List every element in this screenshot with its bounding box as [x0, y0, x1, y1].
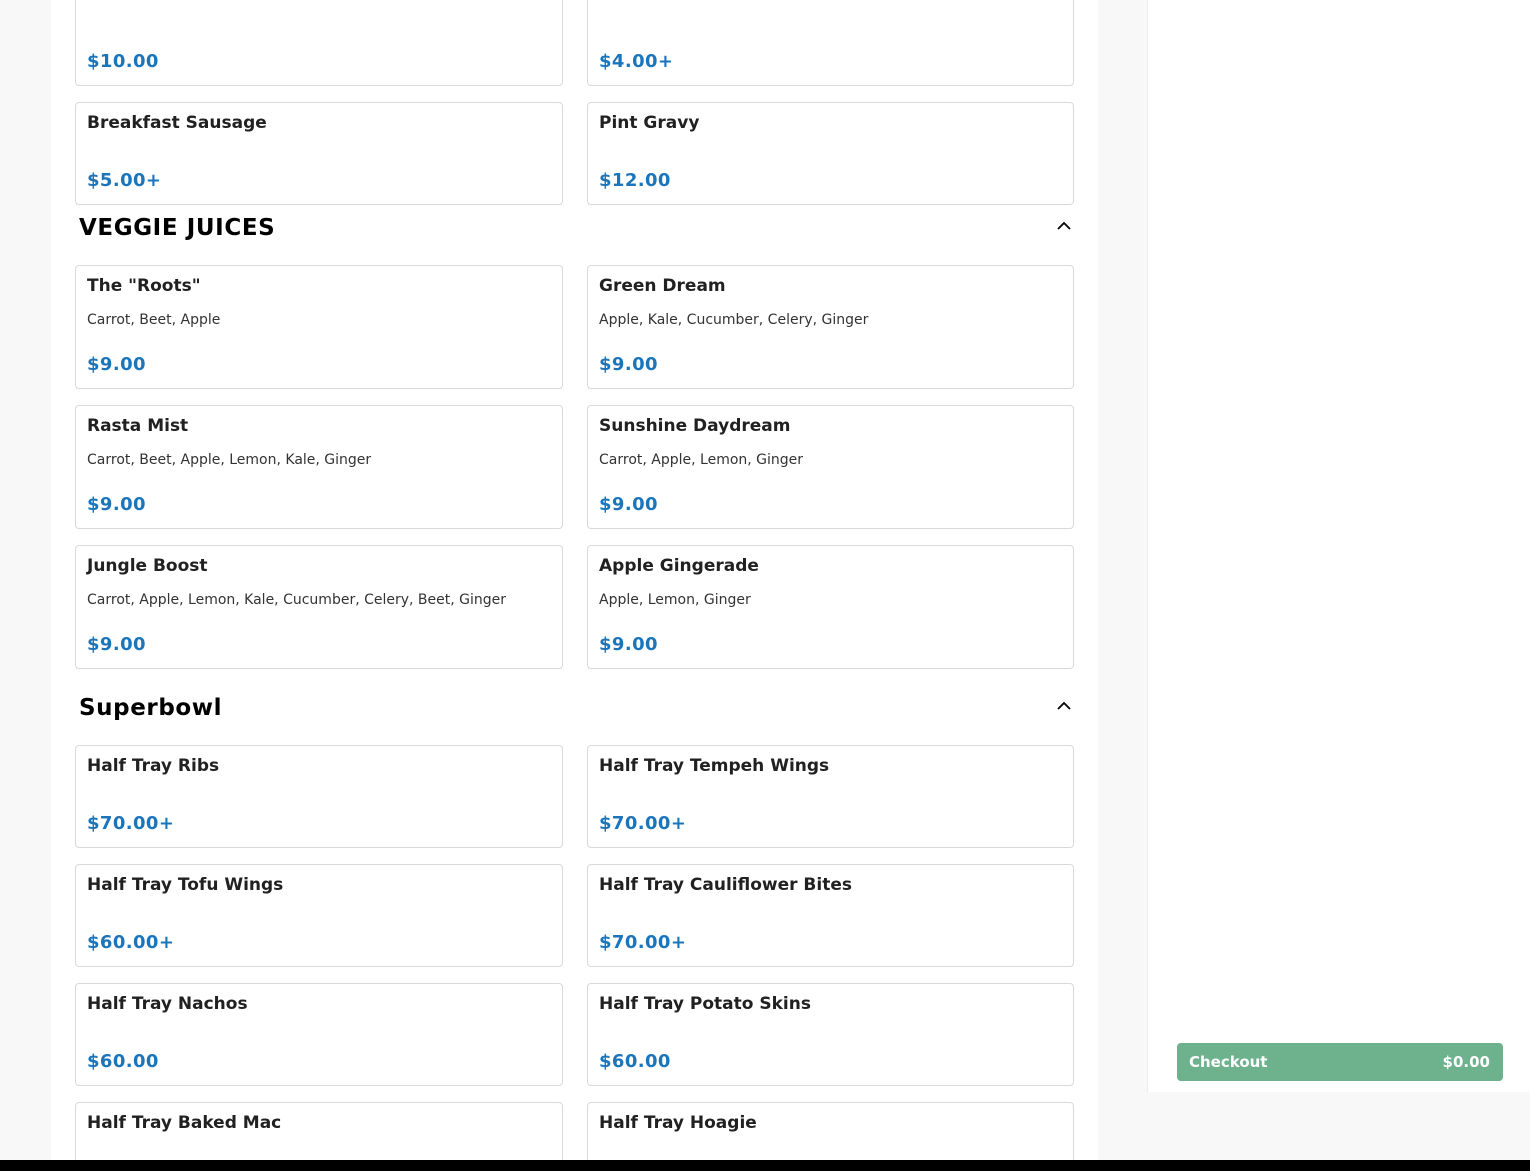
item-description: Apple, Lemon, Ginger [599, 592, 751, 608]
chevron-up-icon[interactable] [1054, 696, 1074, 716]
menu-item-card[interactable]: Half Tray Tempeh Wings $70.00+ [587, 745, 1074, 848]
item-name: Half Tray Cauliflower Bites [599, 875, 852, 895]
cart-sidebar: Checkout $0.00 [1147, 0, 1530, 1092]
menu-item-card[interactable]: Half Tray Tofu Wings $60.00+ [75, 864, 563, 967]
item-price: $70.00+ [599, 813, 687, 834]
menu-item-card[interactable]: Breakfast Sausage $5.00+ [75, 102, 563, 205]
item-name: Breakfast Sausage [87, 113, 267, 133]
item-name: Half Tray Baked Mac [87, 1113, 282, 1133]
item-name: Half Tray Ribs [87, 756, 220, 776]
section-header-superbowl: Superbowl [79, 695, 1074, 735]
item-price: $70.00+ [599, 932, 687, 953]
menu-item-card[interactable]: Half Tray Potato Skins $60.00 [587, 983, 1074, 1086]
item-price: $60.00+ [87, 932, 175, 953]
checkout-button[interactable]: Checkout $0.00 [1177, 1043, 1503, 1081]
menu-item-card[interactable]: Half Tray Cauliflower Bites $70.00+ [587, 864, 1074, 967]
item-price: $9.00 [87, 494, 146, 515]
item-price: $10.00 [87, 51, 159, 72]
section-header-veggie-juices: VEGGIE JUICES [79, 215, 1074, 255]
checkout-total: $0.00 [1442, 1053, 1490, 1071]
chevron-up-icon[interactable] [1054, 216, 1074, 236]
item-description: Carrot, Apple, Lemon, Ginger [599, 452, 804, 468]
bottom-bar [0, 1160, 1530, 1171]
item-name: Half Tray Tofu Wings [87, 875, 284, 895]
item-price: $5.00+ [87, 170, 162, 191]
item-description: Apple, Kale, Cucumber, Celery, Ginger [599, 312, 869, 328]
item-name: The "Roots" [87, 276, 201, 296]
menu-item-card[interactable]: Sunshine Daydream Carrot, Apple, Lemon, … [587, 405, 1074, 529]
menu-item-card[interactable]: $4.00+ [587, 0, 1074, 86]
menu-grid-previous: $10.00 $4.00+ Breakfast Sausage $5.00+ P… [75, 0, 1074, 221]
menu-grid-veggie-juices: The "Roots" Carrot, Beet, Apple $9.00 Gr… [75, 265, 1074, 685]
item-name: Pint Gravy [599, 113, 700, 133]
item-price: $12.00 [599, 170, 671, 191]
menu-item-card[interactable]: Half Tray Baked Mac [75, 1102, 563, 1160]
checkout-label: Checkout [1189, 1053, 1268, 1071]
menu-item-card[interactable]: $10.00 [75, 0, 563, 86]
item-price: $9.00 [599, 494, 658, 515]
item-description: Carrot, Beet, Apple, Lemon, Kale, Ginger [87, 452, 372, 468]
item-description: Carrot, Apple, Lemon, Kale, Cucumber, Ce… [87, 592, 507, 608]
menu-item-card[interactable]: Half Tray Hoagie [587, 1102, 1074, 1160]
item-name: Half Tray Tempeh Wings [599, 756, 830, 776]
menu-item-card[interactable]: Rasta Mist Carrot, Beet, Apple, Lemon, K… [75, 405, 563, 529]
item-price: $60.00 [599, 1051, 671, 1072]
menu-item-card[interactable]: Half Tray Ribs $70.00+ [75, 745, 563, 848]
item-description: Carrot, Beet, Apple [87, 312, 221, 328]
menu-panel: $10.00 $4.00+ Breakfast Sausage $5.00+ P… [51, 0, 1098, 1160]
menu-item-card[interactable]: Jungle Boost Carrot, Apple, Lemon, Kale,… [75, 545, 563, 669]
item-name: Half Tray Potato Skins [599, 994, 811, 1014]
item-price: $9.00 [87, 634, 146, 655]
item-name: Apple Gingerade [599, 556, 759, 576]
section-title: VEGGIE JUICES [79, 215, 276, 241]
item-price: $60.00 [87, 1051, 159, 1072]
menu-item-card[interactable]: Half Tray Nachos $60.00 [75, 983, 563, 1086]
item-name: Rasta Mist [87, 416, 189, 436]
item-price: $9.00 [87, 354, 146, 375]
menu-item-card[interactable]: Green Dream Apple, Kale, Cucumber, Celer… [587, 265, 1074, 389]
item-price: $9.00 [599, 354, 658, 375]
menu-grid-superbowl: Half Tray Ribs $70.00+ Half Tray Tempeh … [75, 745, 1074, 1160]
item-name: Green Dream [599, 276, 726, 296]
menu-item-card[interactable]: Pint Gravy $12.00 [587, 102, 1074, 205]
item-name: Sunshine Daydream [599, 416, 791, 436]
item-name: Half Tray Nachos [87, 994, 248, 1014]
item-price: $70.00+ [87, 813, 175, 834]
menu-item-card[interactable]: The "Roots" Carrot, Beet, Apple $9.00 [75, 265, 563, 389]
item-price: $9.00 [599, 634, 658, 655]
section-title: Superbowl [79, 695, 223, 721]
item-name: Half Tray Hoagie [599, 1113, 757, 1133]
item-name: Jungle Boost [87, 556, 208, 576]
menu-item-card[interactable]: Apple Gingerade Apple, Lemon, Ginger $9.… [587, 545, 1074, 669]
item-price: $4.00+ [599, 51, 674, 72]
